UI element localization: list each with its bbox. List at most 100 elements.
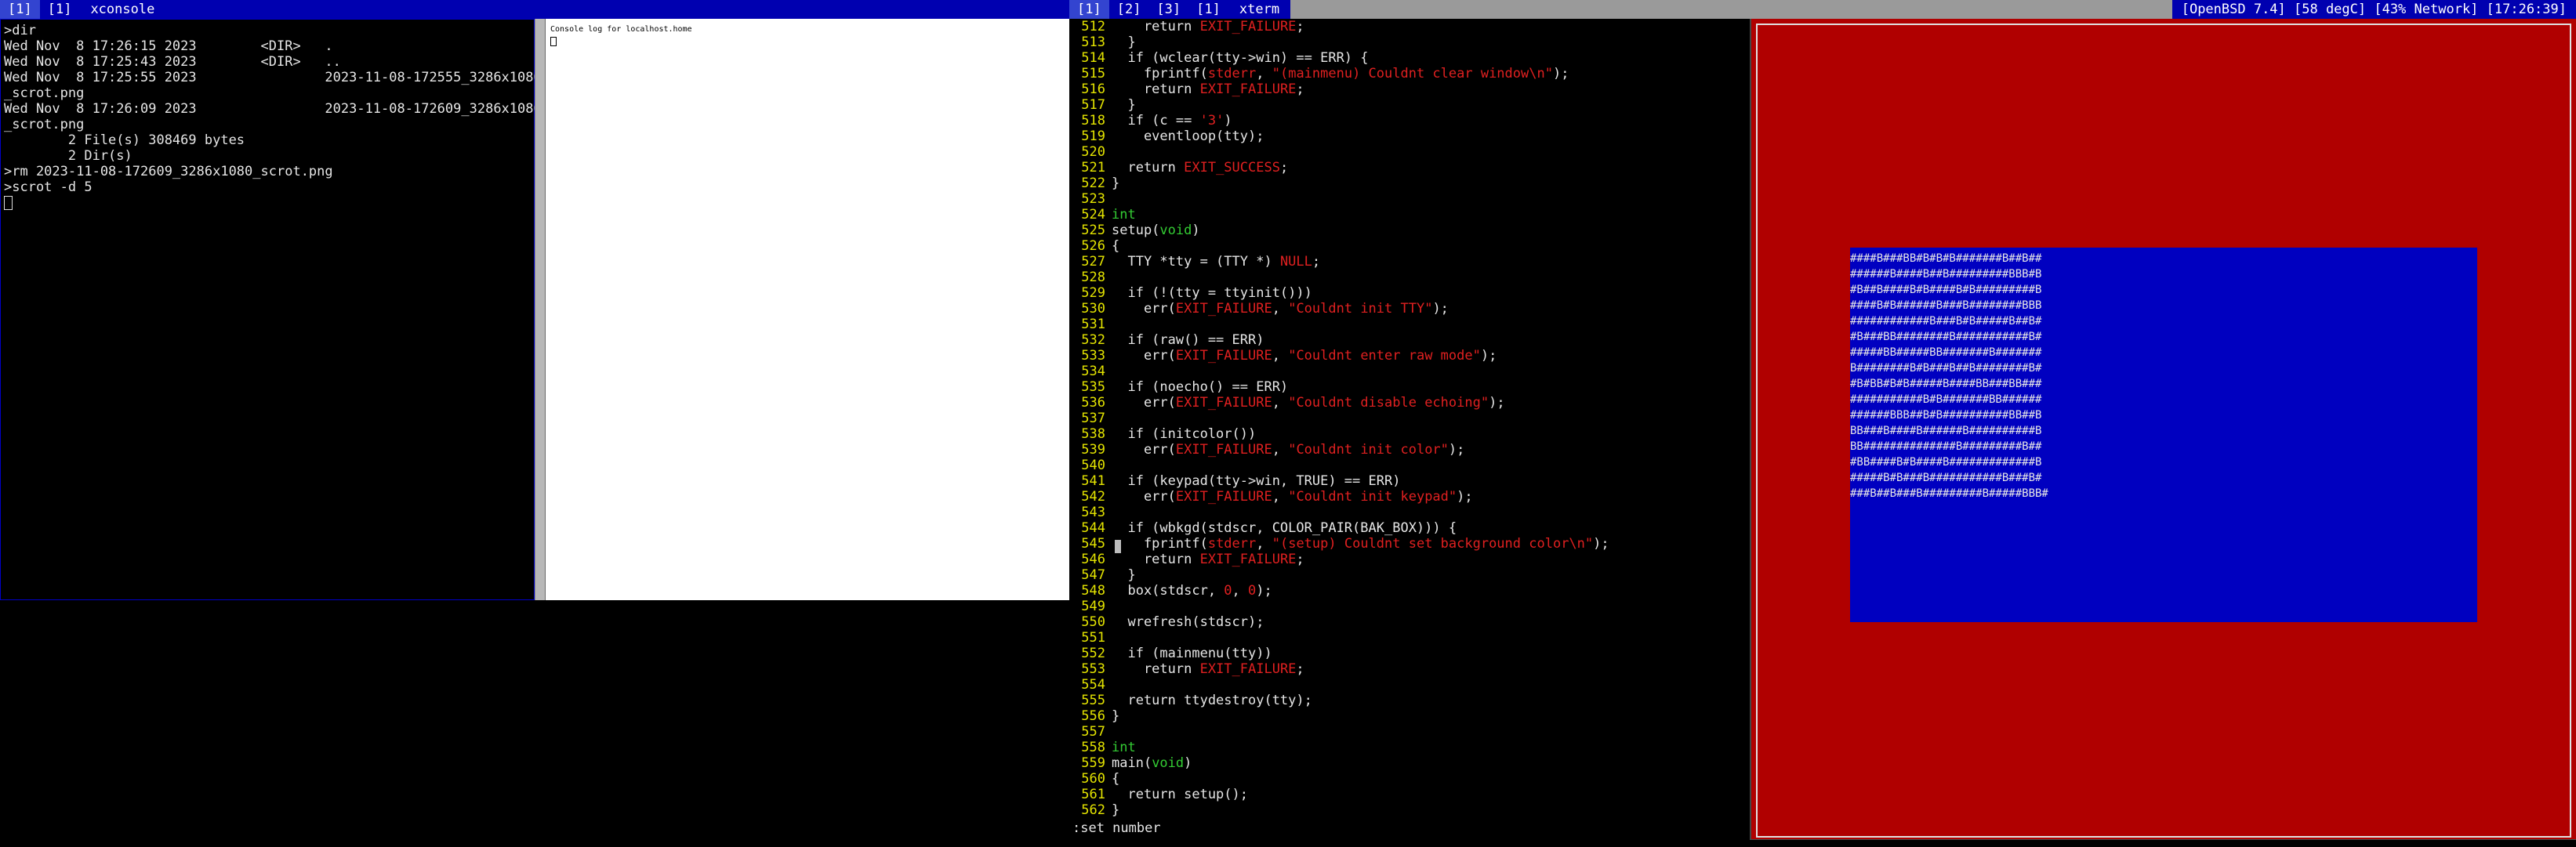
code-text: setup(void): [1112, 223, 1200, 238]
xconsole-window[interactable]: Console log for localhost.home: [546, 19, 1069, 600]
code-line: 526 {: [1069, 238, 1748, 254]
code-token: ,: [1272, 348, 1289, 364]
grid-row: #B##B####B#B####B#B#########B: [1850, 284, 2042, 296]
terminal-line: Wed Nov 8 17:25:43 2023 <DIR> ..: [4, 54, 341, 70]
code-line: 552 if (mainmenu(tty)): [1069, 646, 1748, 661]
code-token: box(stdscr,: [1112, 583, 1225, 599]
workspace-tag[interactable]: [1]: [0, 0, 40, 19]
workspace-tag[interactable]: [1]: [1069, 0, 1109, 19]
line-number: 554: [1081, 677, 1105, 693]
code-text: {: [1112, 238, 1119, 254]
code-token: 0: [1248, 583, 1257, 599]
code-token: if (initcolor()): [1112, 426, 1257, 442]
code-text: wrefresh(stdscr);: [1112, 614, 1264, 630]
grid-row: ######B####B##B#########BBB#B: [1850, 268, 2042, 281]
game-board[interactable]: ####B###BB#B#B#B#######B##B## ######B####…: [1850, 248, 2477, 622]
code-token: "Couldnt enter raw mode": [1288, 348, 1481, 364]
code-line: 517 }: [1069, 97, 1748, 113]
code-token: fprintf(: [1112, 536, 1208, 552]
code-token: }: [1112, 34, 1136, 50]
code-token: void: [1159, 223, 1192, 238]
left-terminal[interactable]: >dir Wed Nov 8 17:26:15 2023 <DIR> . Wed N…: [0, 19, 542, 600]
code-line: 516 return EXIT_FAILURE;: [1069, 81, 1748, 97]
code-token: '3': [1199, 113, 1225, 128]
grid-row: #####BB#####BB#######B#######: [1850, 346, 2042, 359]
window-divider-scrollbar[interactable]: [535, 19, 546, 600]
workspace-tag[interactable]: [1]: [40, 0, 80, 19]
grid-row: ###B##B###B#########B#####BBB#: [1850, 487, 2048, 500]
line-number: 533: [1081, 348, 1105, 364]
code-token: ,: [1256, 66, 1272, 81]
line-number: 514: [1081, 50, 1105, 66]
bar-spacer: [1290, 0, 2172, 19]
line-number: 542: [1081, 489, 1105, 505]
code-line: 549: [1069, 599, 1748, 614]
code-text: main(void): [1112, 755, 1192, 771]
line-number: 537: [1081, 411, 1105, 426]
line-number: 550: [1081, 614, 1105, 630]
code-token: return: [1112, 19, 1200, 34]
code-text: if (keypad(tty->win, TRUE) == ERR): [1112, 473, 1400, 489]
code-text: fprintf(stderr, "(mainmenu) Couldnt clea…: [1112, 66, 1569, 81]
code-text: fprintf(stderr, "(setup) Couldnt set bac…: [1112, 536, 1609, 552]
code-token: );: [1593, 536, 1609, 552]
code-text: if (c == '3'): [1112, 113, 1232, 128]
system-status: [OpenBSD 7.4] [58 degC] [43% Network] [1…: [2171, 0, 2576, 19]
code-token: ,: [1272, 301, 1289, 317]
code-token: "Couldnt init TTY": [1288, 301, 1433, 317]
code-line: 556}: [1069, 708, 1748, 724]
line-number: 555: [1081, 693, 1105, 708]
line-number: 522: [1081, 176, 1105, 191]
code-token: );: [1256, 583, 1272, 599]
code-token: if (c ==: [1112, 113, 1200, 128]
workspace-tag[interactable]: [2]: [1109, 0, 1149, 19]
code-text: int: [1112, 207, 1136, 223]
code-token: ,: [1256, 536, 1272, 552]
code-token: ;: [1279, 160, 1289, 176]
line-number: 515: [1081, 66, 1105, 81]
line-number: 540: [1081, 458, 1105, 473]
code-token: ,: [1272, 442, 1289, 458]
code-line: 547 }: [1069, 567, 1748, 583]
code-token: ;: [1296, 552, 1304, 567]
code-text: err(EXIT_FAILURE, "Couldnt init color");: [1112, 442, 1464, 458]
code-text: box(stdscr, 0, 0);: [1112, 583, 1272, 599]
code-token: if (wbkgd(stdscr, COLOR_PAIR(BAK_BOX))) …: [1112, 520, 1457, 536]
code-line: 522}: [1069, 176, 1748, 191]
code-token: ,: [1272, 489, 1289, 505]
line-number: 551: [1081, 630, 1105, 646]
code-line: 538 if (initcolor()): [1069, 426, 1748, 442]
window-title: xterm: [1239, 2, 1280, 17]
code-token: if (wclear(tty->win) == ERR) {: [1112, 50, 1369, 66]
vim-editor[interactable]: 512 return EXIT_FAILURE; 513 } 514 if (wcl…: [1069, 19, 1748, 834]
code-token: err(: [1112, 442, 1176, 458]
code-line: 544 if (wbkgd(stdscr, COLOR_PAIR(BAK_BOX…: [1069, 520, 1748, 536]
code-text: err(EXIT_FAILURE, "Couldnt enter raw mod…: [1112, 348, 1497, 364]
line-number: 543: [1081, 505, 1105, 520]
code-text: }: [1112, 97, 1135, 113]
code-line: 550 wrefresh(stdscr);: [1069, 614, 1748, 630]
workspace-tag[interactable]: [1]: [1188, 0, 1228, 19]
grid-row: #B#BB#B#B#####B####BB###BB###: [1850, 378, 2042, 390]
code-line: 545 fprintf(stderr, "(setup) Couldnt set…: [1069, 536, 1748, 552]
vim-command-line[interactable]: :set number: [1072, 820, 1161, 836]
line-number: 558: [1081, 740, 1105, 755]
code-line: 534: [1069, 364, 1748, 379]
line-number: 525: [1081, 223, 1105, 238]
grid-row: ######BBB##B#B##########BB##B: [1850, 409, 2042, 422]
game-window[interactable]: ####B###BB#B#B#B#######B##B## ######B####…: [1750, 19, 2576, 842]
code-token: );: [1489, 395, 1505, 411]
code-text: return EXIT_SUCCESS;: [1112, 160, 1288, 176]
taskbar-left: [1] [1] xconsole: [0, 0, 1069, 19]
code-token: ): [1192, 223, 1200, 238]
code-token: if (mainmenu(tty)): [1112, 646, 1272, 661]
line-number: 528: [1081, 270, 1105, 285]
grid-row: #####B#B###B###########B###B#: [1850, 472, 2042, 484]
workspace-tag[interactable]: [3]: [1148, 0, 1188, 19]
code-line: 559 main(void): [1069, 755, 1748, 771]
code-token: EXIT_FAILURE: [1175, 395, 1272, 411]
line-number: 541: [1081, 473, 1105, 489]
code-token: EXIT_FAILURE: [1175, 489, 1272, 505]
code-token: "(setup) Couldnt set background color\n": [1272, 536, 1594, 552]
code-text: if (wbkgd(stdscr, COLOR_PAIR(BAK_BOX))) …: [1112, 520, 1457, 536]
